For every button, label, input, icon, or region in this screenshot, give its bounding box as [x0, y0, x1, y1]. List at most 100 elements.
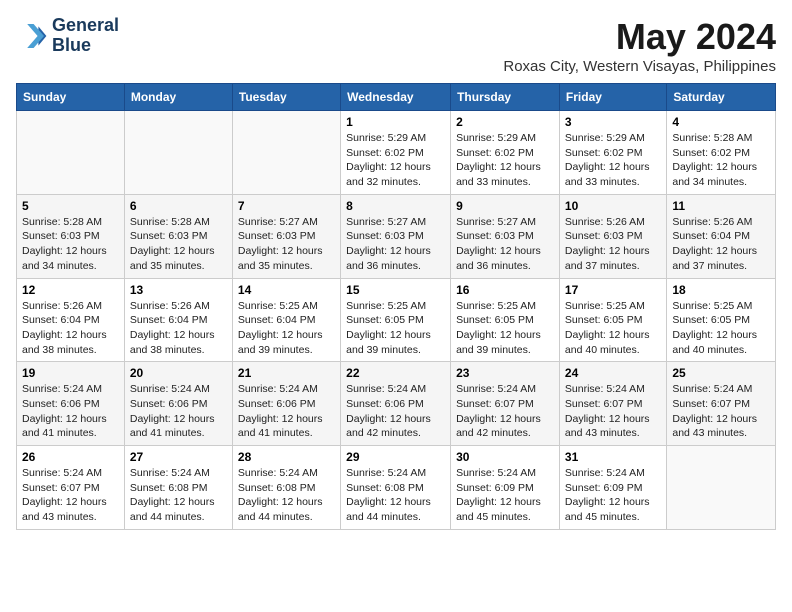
day-info: Sunrise: 5:29 AM Sunset: 6:02 PM Dayligh…	[456, 131, 554, 190]
calendar-week-row: 1 Sunrise: 5:29 AM Sunset: 6:02 PM Daylig…	[17, 111, 776, 195]
calendar-cell: 21 Sunrise: 5:24 AM Sunset: 6:06 PM Dayli…	[232, 362, 340, 446]
day-info: Sunrise: 5:24 AM Sunset: 6:06 PM Dayligh…	[238, 382, 335, 441]
day-number: 9	[456, 199, 554, 213]
calendar-cell: 15 Sunrise: 5:25 AM Sunset: 6:05 PM Dayli…	[341, 278, 451, 362]
calendar-cell: 14Sunrise: 5:25 AM Sunset: 6:04 PM Dayli…	[232, 278, 340, 362]
calendar-cell: 17 Sunrise: 5:25 AM Sunset: 6:05 PM Dayli…	[559, 278, 666, 362]
calendar-cell: 22 Sunrise: 5:24 AM Sunset: 6:06 PM Dayli…	[341, 362, 451, 446]
weekday-header-sunday: Sunday	[17, 84, 125, 111]
day-number: 11	[672, 199, 770, 213]
weekday-header-friday: Friday	[559, 84, 666, 111]
day-info: Sunrise: 5:24 AM Sunset: 6:08 PM Dayligh…	[130, 466, 227, 525]
calendar-cell: 8 Sunrise: 5:27 AM Sunset: 6:03 PM Daylig…	[341, 194, 451, 278]
day-number: 16	[456, 283, 554, 297]
day-number: 24	[565, 366, 661, 380]
day-number: 20	[130, 366, 227, 380]
day-info: Sunrise: 5:24 AM Sunset: 6:08 PM Dayligh…	[346, 466, 445, 525]
logo: General Blue	[16, 16, 119, 56]
day-info: Sunrise: 5:26 AM Sunset: 6:04 PM Dayligh…	[672, 215, 770, 274]
calendar-cell: 24 Sunrise: 5:24 AM Sunset: 6:07 PM Dayli…	[559, 362, 666, 446]
calendar-week-row: 26Sunrise: 5:24 AM Sunset: 6:07 PM Dayli…	[17, 446, 776, 530]
day-info: Sunrise: 5:24 AM Sunset: 6:08 PM Dayligh…	[238, 466, 335, 525]
weekday-header-saturday: Saturday	[667, 84, 776, 111]
day-info: Sunrise: 5:27 AM Sunset: 6:03 PM Dayligh…	[346, 215, 445, 274]
calendar-cell	[667, 446, 776, 530]
day-info: Sunrise: 5:24 AM Sunset: 6:09 PM Dayligh…	[565, 466, 661, 525]
calendar-cell: 6Sunrise: 5:28 AM Sunset: 6:03 PM Daylig…	[124, 194, 232, 278]
day-info: Sunrise: 5:27 AM Sunset: 6:03 PM Dayligh…	[456, 215, 554, 274]
logo-icon	[16, 20, 48, 52]
day-info: Sunrise: 5:24 AM Sunset: 6:07 PM Dayligh…	[565, 382, 661, 441]
day-number: 5	[22, 199, 119, 213]
day-number: 8	[346, 199, 445, 213]
calendar-cell: 7 Sunrise: 5:27 AM Sunset: 6:03 PM Daylig…	[232, 194, 340, 278]
calendar-week-row: 5 Sunrise: 5:28 AM Sunset: 6:03 PM Daylig…	[17, 194, 776, 278]
day-info: Sunrise: 5:25 AM Sunset: 6:05 PM Dayligh…	[346, 299, 445, 358]
weekday-header-tuesday: Tuesday	[232, 84, 340, 111]
day-number: 3	[565, 115, 661, 129]
day-number: 7	[238, 199, 335, 213]
calendar-week-row: 19Sunrise: 5:24 AM Sunset: 6:06 PM Dayli…	[17, 362, 776, 446]
day-info: Sunrise: 5:24 AM Sunset: 6:06 PM Dayligh…	[22, 382, 119, 441]
month-year: May 2024	[503, 16, 776, 58]
day-info: Sunrise: 5:27 AM Sunset: 6:03 PM Dayligh…	[238, 215, 335, 274]
calendar-cell: 26Sunrise: 5:24 AM Sunset: 6:07 PM Dayli…	[17, 446, 125, 530]
calendar-cell: 30 Sunrise: 5:24 AM Sunset: 6:09 PM Dayli…	[451, 446, 560, 530]
calendar-week-row: 12 Sunrise: 5:26 AM Sunset: 6:04 PM Dayli…	[17, 278, 776, 362]
calendar-cell: 2 Sunrise: 5:29 AM Sunset: 6:02 PM Daylig…	[451, 111, 560, 195]
weekday-header-monday: Monday	[124, 84, 232, 111]
day-number: 2	[456, 115, 554, 129]
day-info: Sunrise: 5:26 AM Sunset: 6:03 PM Dayligh…	[565, 215, 661, 274]
day-info: Sunrise: 5:28 AM Sunset: 6:03 PM Dayligh…	[22, 215, 119, 274]
day-number: 15	[346, 283, 445, 297]
weekday-header-thursday: Thursday	[451, 84, 560, 111]
day-info: Sunrise: 5:29 AM Sunset: 6:02 PM Dayligh…	[565, 131, 661, 190]
calendar-cell: 28 Sunrise: 5:24 AM Sunset: 6:08 PM Dayli…	[232, 446, 340, 530]
day-info: Sunrise: 5:24 AM Sunset: 6:06 PM Dayligh…	[130, 382, 227, 441]
day-number: 17	[565, 283, 661, 297]
calendar-table: SundayMondayTuesdayWednesdayThursdayFrid…	[16, 83, 776, 530]
day-info: Sunrise: 5:25 AM Sunset: 6:05 PM Dayligh…	[565, 299, 661, 358]
calendar-cell: 29 Sunrise: 5:24 AM Sunset: 6:08 PM Dayli…	[341, 446, 451, 530]
title-block: May 2024 Roxas City, Western Visayas, Ph…	[503, 16, 776, 75]
day-number: 13	[130, 283, 227, 297]
day-info: Sunrise: 5:25 AM Sunset: 6:04 PM Dayligh…	[238, 299, 335, 358]
calendar-cell: 13 Sunrise: 5:26 AM Sunset: 6:04 PM Dayli…	[124, 278, 232, 362]
calendar-cell: 31Sunrise: 5:24 AM Sunset: 6:09 PM Dayli…	[559, 446, 666, 530]
day-number: 1	[346, 115, 445, 129]
calendar-cell: 16Sunrise: 5:25 AM Sunset: 6:05 PM Dayli…	[451, 278, 560, 362]
day-info: Sunrise: 5:25 AM Sunset: 6:05 PM Dayligh…	[672, 299, 770, 358]
calendar-cell: 5 Sunrise: 5:28 AM Sunset: 6:03 PM Daylig…	[17, 194, 125, 278]
day-number: 22	[346, 366, 445, 380]
day-number: 23	[456, 366, 554, 380]
day-number: 21	[238, 366, 335, 380]
day-info: Sunrise: 5:26 AM Sunset: 6:04 PM Dayligh…	[130, 299, 227, 358]
day-number: 18	[672, 283, 770, 297]
day-info: Sunrise: 5:29 AM Sunset: 6:02 PM Dayligh…	[346, 131, 445, 190]
location: Roxas City, Western Visayas, Philippines	[503, 58, 776, 75]
page-header: General Blue May 2024 Roxas City, Wester…	[16, 16, 776, 75]
calendar-cell: 11 Sunrise: 5:26 AM Sunset: 6:04 PM Dayli…	[667, 194, 776, 278]
calendar-cell: 25Sunrise: 5:24 AM Sunset: 6:07 PM Dayli…	[667, 362, 776, 446]
day-info: Sunrise: 5:24 AM Sunset: 6:07 PM Dayligh…	[456, 382, 554, 441]
day-info: Sunrise: 5:28 AM Sunset: 6:03 PM Dayligh…	[130, 215, 227, 274]
day-number: 30	[456, 450, 554, 464]
day-number: 28	[238, 450, 335, 464]
calendar-cell: 12Sunrise: 5:26 AM Sunset: 6:04 PM Dayli…	[17, 278, 125, 362]
day-info: Sunrise: 5:28 AM Sunset: 6:02 PM Dayligh…	[672, 131, 770, 190]
day-number: 4	[672, 115, 770, 129]
day-info: Sunrise: 5:24 AM Sunset: 6:09 PM Dayligh…	[456, 466, 554, 525]
day-info: Sunrise: 5:24 AM Sunset: 6:06 PM Dayligh…	[346, 382, 445, 441]
day-number: 29	[346, 450, 445, 464]
day-number: 12	[22, 283, 119, 297]
calendar-cell: 20 Sunrise: 5:24 AM Sunset: 6:06 PM Dayli…	[124, 362, 232, 446]
calendar-cell: 3 Sunrise: 5:29 AM Sunset: 6:02 PM Daylig…	[559, 111, 666, 195]
calendar-cell: 18 Sunrise: 5:25 AM Sunset: 6:05 PM Dayli…	[667, 278, 776, 362]
calendar-cell: 27 Sunrise: 5:24 AM Sunset: 6:08 PM Dayli…	[124, 446, 232, 530]
day-number: 27	[130, 450, 227, 464]
day-info: Sunrise: 5:24 AM Sunset: 6:07 PM Dayligh…	[672, 382, 770, 441]
weekday-header-row: SundayMondayTuesdayWednesdayThursdayFrid…	[17, 84, 776, 111]
weekday-header-wednesday: Wednesday	[341, 84, 451, 111]
day-number: 10	[565, 199, 661, 213]
calendar-cell: 10 Sunrise: 5:26 AM Sunset: 6:03 PM Dayli…	[559, 194, 666, 278]
